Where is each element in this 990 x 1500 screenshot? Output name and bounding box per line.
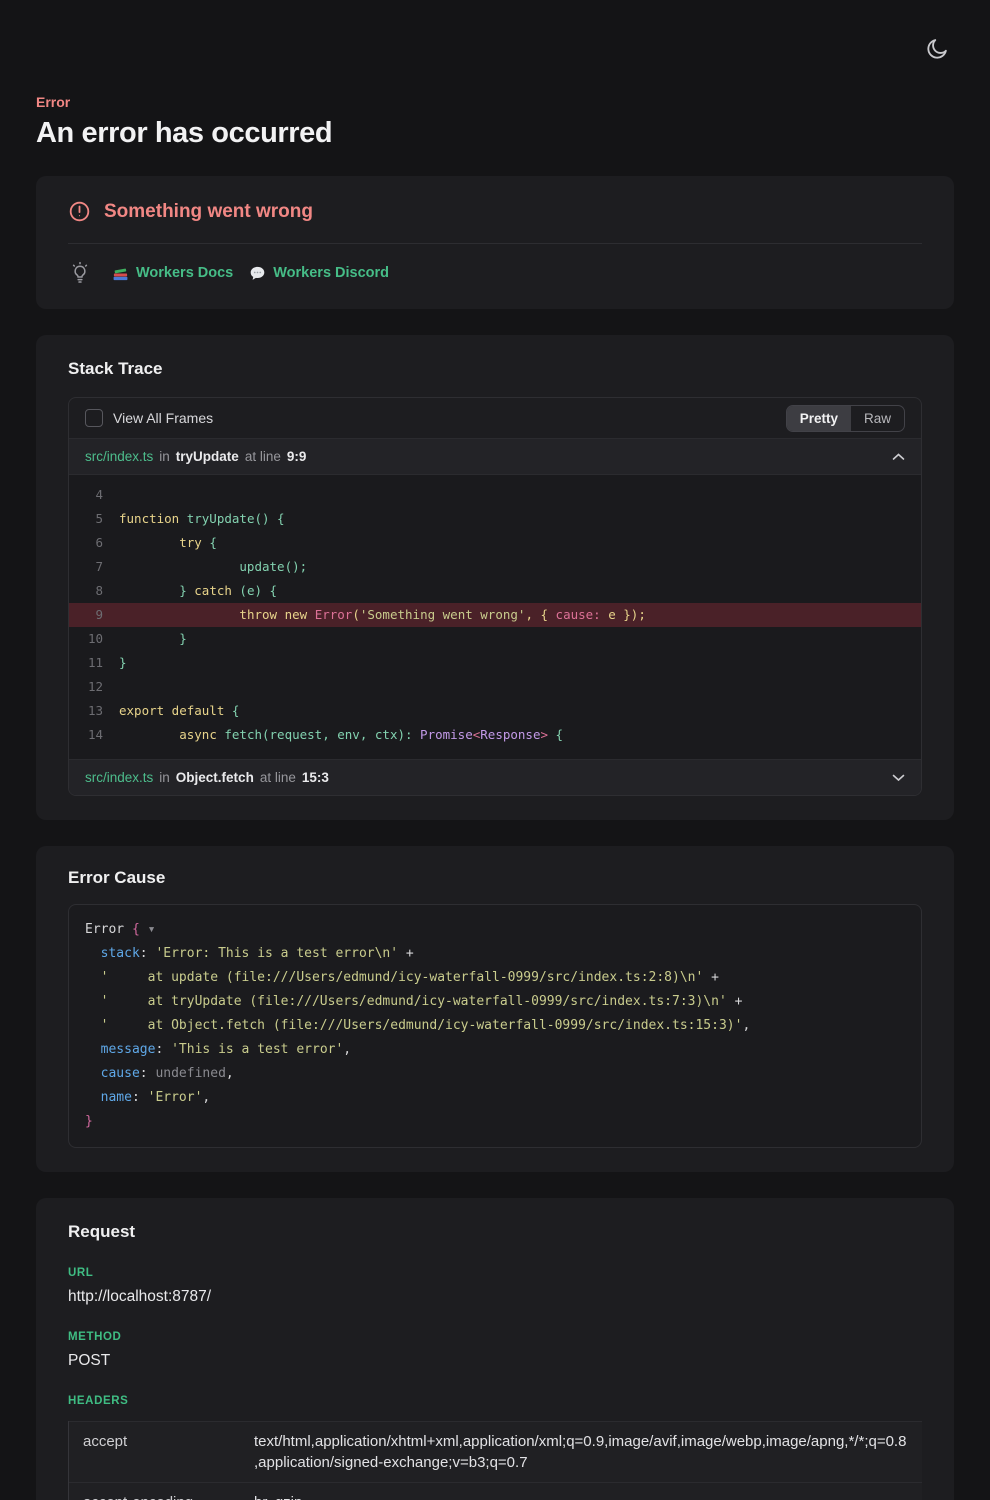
view-all-frames-checkbox[interactable] bbox=[85, 409, 103, 427]
code-line-10: 10 } bbox=[69, 627, 921, 651]
code-line-12: 12 bbox=[69, 675, 921, 699]
code-line-5: 5function tryUpdate() { bbox=[69, 507, 921, 531]
stack-frame-header-2[interactable]: src/index.ts in Object.fetch at line 15:… bbox=[69, 759, 921, 795]
error-cause-line-6: message: 'This is a test error', bbox=[85, 1038, 905, 1062]
stack-trace-heading: Stack Trace bbox=[68, 359, 922, 379]
frame-function: tryUpdate bbox=[176, 449, 239, 464]
code-line-11: 11} bbox=[69, 651, 921, 675]
error-cause-line-1: Error { ▾ bbox=[85, 918, 905, 942]
workers-discord-link[interactable]: Workers Discord bbox=[249, 265, 389, 282]
stack-trace-panel: View All Frames Pretty Raw src/index.ts … bbox=[68, 397, 922, 796]
error-message-card: Something went wrong bbox=[36, 176, 954, 309]
code-line-8: 8 } catch (e) { bbox=[69, 579, 921, 603]
code-line-6: 6 try { bbox=[69, 531, 921, 555]
error-cause-line-7: cause: undefined, bbox=[85, 1062, 905, 1086]
error-cause-line-9: } bbox=[85, 1110, 905, 1134]
method-value: POST bbox=[68, 1352, 922, 1370]
error-cause-object: Error { ▾ stack: 'Error: This is a test … bbox=[68, 904, 922, 1148]
code-line-9: 9 throw new Error('Something went wrong'… bbox=[69, 603, 921, 627]
url-label: URL bbox=[68, 1267, 922, 1279]
page-title: An error has occurred bbox=[36, 117, 954, 150]
error-kicker: Error bbox=[36, 94, 954, 110]
error-cause-line-4: ' at tryUpdate (file:///Users/edmund/icy… bbox=[85, 990, 905, 1014]
header-value: br, gzip bbox=[254, 1483, 922, 1500]
header-name: accept-encoding bbox=[69, 1483, 254, 1500]
workers-docs-label: Workers Docs bbox=[136, 265, 233, 281]
frame-at-word: at line bbox=[260, 770, 296, 785]
frame-location: 9:9 bbox=[287, 449, 307, 464]
books-icon bbox=[112, 265, 129, 282]
code-line-14: 14 async fetch(request, env, ctx): Promi… bbox=[69, 723, 921, 747]
frame-file: src/index.ts bbox=[85, 770, 153, 785]
frame-file: src/index.ts bbox=[85, 449, 153, 464]
error-cause-line-5: ' at Object.fetch (file:///Users/edmund/… bbox=[85, 1014, 905, 1038]
lightbulb-icon bbox=[68, 261, 92, 285]
error-cause-heading: Error Cause bbox=[68, 868, 922, 888]
divider bbox=[68, 243, 922, 244]
header-row-accept: accepttext/html,application/xhtml+xml,ap… bbox=[69, 1421, 922, 1482]
speech-balloon-icon bbox=[249, 265, 266, 282]
workers-docs-link[interactable]: Workers Docs bbox=[112, 265, 233, 282]
chevron-down-icon bbox=[892, 774, 905, 782]
chevron-up-icon bbox=[892, 453, 905, 461]
frame-function: Object.fetch bbox=[176, 770, 254, 785]
moon-icon bbox=[924, 36, 950, 62]
frame-location: 15:3 bbox=[302, 770, 329, 785]
view-all-frames-label: View All Frames bbox=[113, 410, 213, 426]
error-cause-line-3: ' at update (file:///Users/edmund/icy-wa… bbox=[85, 966, 905, 990]
alert-circle-icon bbox=[68, 200, 91, 223]
error-cause-card: Error Cause Error { ▾ stack: 'Error: Thi… bbox=[36, 846, 954, 1172]
url-value: http://localhost:8787/ bbox=[68, 1288, 922, 1306]
format-toggle: Pretty Raw bbox=[786, 405, 905, 432]
request-card: Request URL http://localhost:8787/ METHO… bbox=[36, 1198, 954, 1500]
header-row-accept-encoding: accept-encodingbr, gzip bbox=[69, 1482, 922, 1500]
header-name: accept bbox=[69, 1422, 254, 1482]
request-heading: Request bbox=[68, 1222, 922, 1242]
error-message-title: Something went wrong bbox=[104, 201, 313, 223]
frame-in-word: in bbox=[159, 770, 170, 785]
headers-label: HEADERS bbox=[68, 1395, 922, 1407]
error-cause-line-2: stack: 'Error: This is a test error\n' + bbox=[85, 942, 905, 966]
stack-frame-header-1[interactable]: src/index.ts in tryUpdate at line 9:9 bbox=[69, 438, 921, 474]
code-line-13: 13export default { bbox=[69, 699, 921, 723]
method-label: METHOD bbox=[68, 1331, 922, 1343]
workers-discord-label: Workers Discord bbox=[273, 265, 389, 281]
error-cause-line-8: name: 'Error', bbox=[85, 1086, 905, 1110]
pretty-button[interactable]: Pretty bbox=[787, 406, 851, 431]
header-value: text/html,application/xhtml+xml,applicat… bbox=[254, 1422, 922, 1482]
frame-at-word: at line bbox=[245, 449, 281, 464]
stack-trace-card: Stack Trace View All Frames Pretty Raw s… bbox=[36, 335, 954, 820]
source-code-block: 45function tryUpdate() {6 try {7 update(… bbox=[69, 474, 921, 759]
topbar bbox=[36, 0, 954, 72]
code-line-7: 7 update(); bbox=[69, 555, 921, 579]
headers-table: accepttext/html,application/xhtml+xml,ap… bbox=[68, 1421, 922, 1500]
dark-mode-toggle-button[interactable] bbox=[922, 34, 952, 64]
raw-button[interactable]: Raw bbox=[851, 406, 904, 431]
code-line-4: 4 bbox=[69, 483, 921, 507]
frame-in-word: in bbox=[159, 449, 170, 464]
